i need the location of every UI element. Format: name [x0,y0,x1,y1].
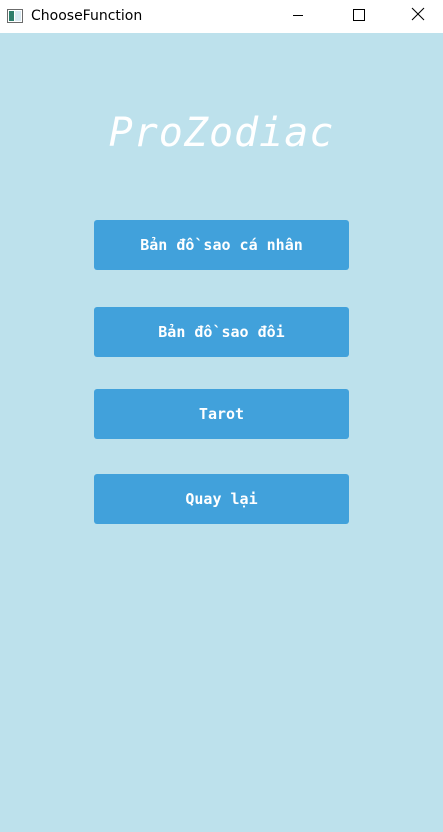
close-icon [411,6,425,25]
close-button[interactable] [395,0,441,31]
minimize-button[interactable] [275,0,321,31]
personal-star-chart-button[interactable]: Bản đồ sao cá nhân [94,220,349,270]
window-title: ChooseFunction [31,8,143,24]
app-window: ChooseFunction ProZodiac Bản đồ sao cá n… [0,0,443,832]
tarot-button[interactable]: Tarot [94,389,349,439]
app-icon [7,8,23,23]
maximize-icon [353,6,365,25]
maximize-button[interactable] [336,0,382,31]
minimize-icon [292,6,304,25]
app-logo-title: ProZodiac [108,110,335,156]
back-button[interactable]: Quay lại [94,474,349,524]
title-bar[interactable]: ChooseFunction [0,0,443,33]
couple-star-chart-button[interactable]: Bản đồ sao đôi [94,307,349,357]
